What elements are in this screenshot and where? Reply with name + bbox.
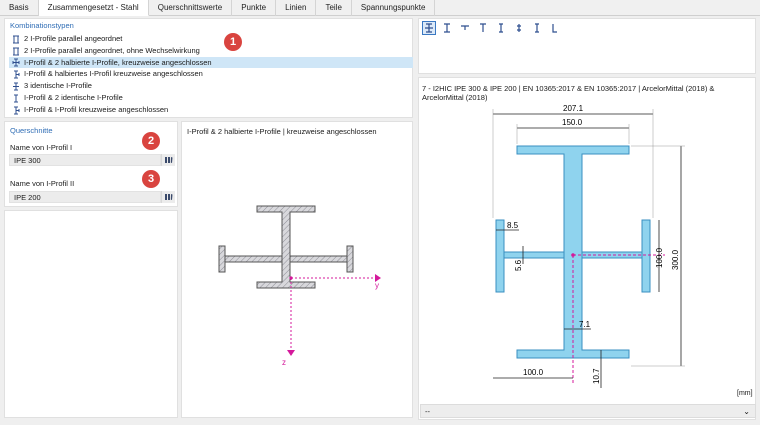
tab-punkte[interactable]: Punkte (232, 0, 277, 16)
tab-teile[interactable]: Teile (316, 0, 352, 16)
view-cross-lines-button[interactable] (512, 21, 526, 35)
unit-label: [mm] (737, 390, 753, 397)
dim-label-total-height: 300.0 (671, 249, 680, 270)
library-icon (165, 157, 173, 163)
callout-badge-2: 2 (142, 132, 160, 150)
section-dimension-drawing: 207.1 150.0 8.5 5.6 100.0 300.0 7.1 100.… (492, 104, 685, 388)
profile1-label: Name von I-Profil I (10, 143, 73, 152)
view-toolbar-panel (418, 18, 756, 74)
combination-item-label: I-Profil & 2 halbierte I-Profile, kreuzw… (24, 57, 212, 67)
section-drawing-panel: 7 - I2HIC IPE 300 & IPE 200 | EN 10365:2… (418, 77, 756, 420)
dim-label-flange-width: 150.0 (562, 118, 583, 127)
combination-types-title: Kombinationstypen (10, 21, 74, 30)
combination-item-two-i-parallel-no-interaction[interactable]: 2 I-Profile parallel angeordnet, ohne We… (9, 45, 413, 57)
view-dropdown[interactable]: -- ⌄ (420, 404, 756, 418)
chevron-down-icon: ⌄ (743, 407, 750, 416)
combination-item-two-i-parallel[interactable]: 2 I-Profile parallel angeordnet (9, 33, 413, 45)
tab-basis[interactable]: Basis (0, 0, 39, 16)
tab-querschnittswerte[interactable]: Querschnittswerte (149, 0, 233, 16)
tab-bar: Basis Zusammengesetzt - Stahl Querschnit… (0, 0, 760, 16)
preview-drawing: y z (218, 205, 381, 367)
y-axis-label: y (375, 281, 379, 290)
left-half-section (495, 219, 565, 293)
preview-left-half-section (218, 245, 283, 273)
view-dropdown-value: -- (425, 407, 430, 416)
sections-title: Querschnitte (10, 126, 53, 135)
view-i-small-button[interactable] (530, 21, 544, 35)
combination-item-i-cross-halves[interactable]: I-Profil & 2 halbierte I-Profile, kreuzw… (9, 56, 413, 69)
cross-lines-icon (517, 24, 521, 32)
combination-list: 2 I-Profile parallel angeordnet 2 I-Prof… (9, 33, 413, 116)
tab-spannungspunkte[interactable]: Spannungspunkte (352, 0, 436, 16)
combination-item-label: I-Profil & 2 identische I-Profile (24, 92, 123, 102)
combination-item-i-i-cross[interactable]: I-Profil & I-Profil kreuzweise angeschlo… (9, 104, 413, 116)
combination-item-i-cross-half[interactable]: I-Profil & halbiertes I-Profil kreuzweis… (9, 68, 413, 80)
i-i-cross-icon (12, 106, 20, 115)
preview-right-half-section (289, 245, 354, 273)
i-cross-halves-icon (12, 58, 20, 67)
combination-item-label: I-Profil & halbiertes I-Profil kreuzweis… (24, 69, 203, 79)
callout-badge-3: 3 (142, 170, 160, 188)
preview-i-section (256, 205, 316, 289)
dim-label-web-thickness: 7.1 (579, 320, 591, 329)
dim-label-half-flange: 8.5 (507, 221, 519, 230)
view-l-profile-button[interactable] (548, 21, 562, 35)
right-half-section (581, 219, 651, 293)
profile2-field[interactable]: IPE 200 (9, 191, 161, 203)
view-t-flange-button[interactable] (476, 21, 490, 35)
two-i-parallel-icon (12, 35, 20, 44)
t-flange-icon (480, 23, 486, 32)
i-cross-halves-icon (425, 23, 433, 33)
library-icon (165, 194, 173, 200)
view-i-web-button[interactable] (494, 21, 508, 35)
combination-item-three-i[interactable]: 3 identische I-Profile (9, 80, 413, 92)
view-i-cross-halves-button[interactable] (422, 21, 436, 35)
view-t-profile-button[interactable] (458, 21, 472, 35)
dim-label-half-width: 100.0 (523, 368, 544, 377)
two-i-parallel-no-interaction-icon (12, 47, 20, 56)
i-two-identical-icon (12, 94, 20, 103)
combination-item-i-two-identical[interactable]: I-Profil & 2 identische I-Profile (9, 92, 413, 104)
dim-label-flange-thickness: 10.7 (592, 368, 601, 384)
combination-item-label: 3 identische I-Profile (24, 81, 92, 91)
i-web-icon (499, 23, 503, 33)
z-axis-arrow (287, 350, 295, 356)
centroid-point (289, 276, 293, 280)
combination-item-label: I-Profil & I-Profil kreuzweise angeschlo… (24, 104, 169, 114)
t-profile-icon (461, 25, 469, 30)
combination-item-label: 2 I-Profile parallel angeordnet, ohne We… (24, 45, 200, 55)
i-small-icon (535, 23, 539, 33)
preview-panel: I-Profil & 2 halbierte I-Profile | kreuz… (181, 121, 413, 418)
dim-label-half-web: 5.6 (514, 259, 523, 271)
profile1-library-button[interactable] (161, 154, 175, 166)
sections-panel: Querschnitte Name von I-Profil I IPE 300… (4, 121, 178, 207)
three-i-icon (12, 82, 20, 91)
view-i-profile-button[interactable] (440, 21, 454, 35)
profile1-field[interactable]: IPE 300 (9, 154, 161, 166)
i-cross-half-icon (12, 70, 20, 79)
centroid-point (571, 253, 575, 257)
combination-item-label: 2 I-Profile parallel angeordnet (24, 34, 123, 43)
i-profile-icon (444, 23, 450, 33)
dim-label-width-total: 207.1 (563, 104, 584, 113)
empty-panel (4, 210, 178, 418)
dim-label-half-height: 100.0 (655, 247, 664, 268)
l-profile-icon (552, 24, 557, 33)
profile2-label: Name von I-Profil II (10, 179, 75, 188)
tab-linien[interactable]: Linien (276, 0, 317, 16)
tab-zusammengesetzt-stahl[interactable]: Zusammengesetzt - Stahl (38, 0, 149, 16)
combination-types-panel: Kombinationstypen 2 I-Profile parallel a… (4, 18, 413, 118)
callout-badge-1: 1 (224, 33, 242, 51)
z-axis-label: z (282, 358, 286, 367)
profile2-library-button[interactable] (161, 191, 175, 203)
